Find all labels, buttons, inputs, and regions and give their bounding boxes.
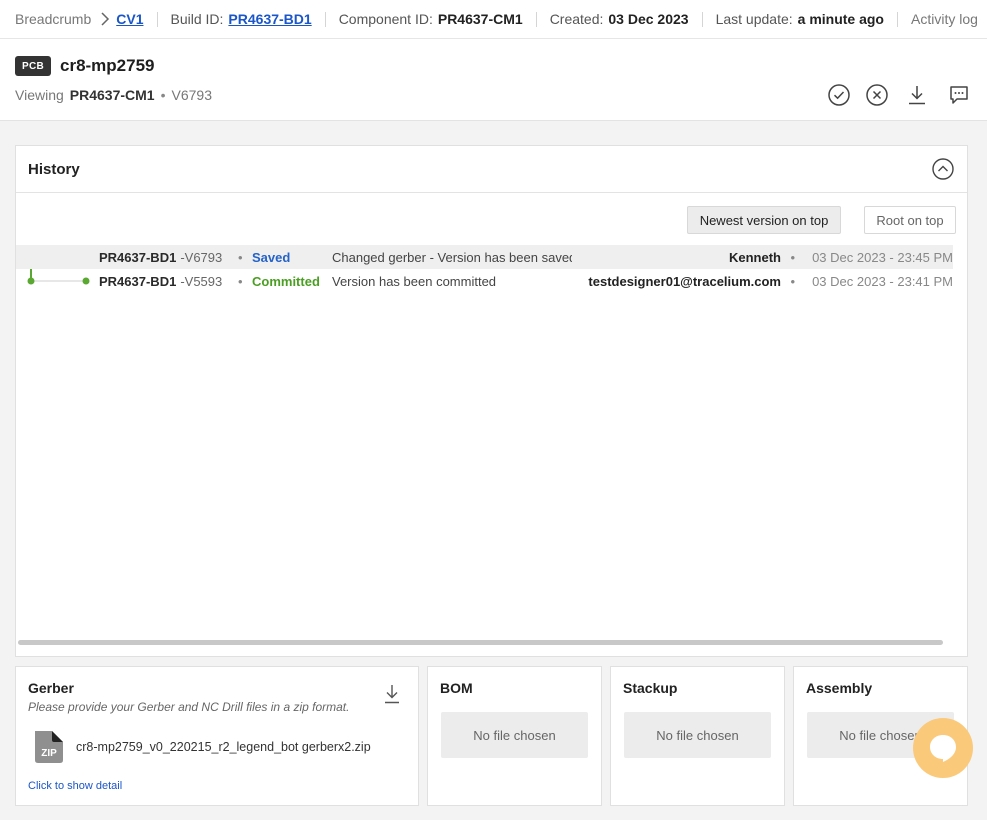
history-version-name: PR4637-BD1 -V5593 [99,273,223,289]
divider [324,11,326,27]
page-title: cr8-mp2759 [60,56,155,75]
approve-check-icon[interactable] [827,83,851,107]
history-row-2[interactable]: PR4637-BD1 -V5593 • Committed Version has… [16,269,953,293]
horizontal-scrollbar[interactable] [18,640,943,645]
stackup-card: Stackup No file chosen [610,666,785,806]
sort-root-button[interactable]: Root on top [864,206,956,234]
viewing-id: PR4637-CM1 [69,87,155,103]
divider [701,11,703,27]
activity-log-link[interactable]: Activity log [911,11,978,27]
reject-x-icon[interactable] [865,83,889,107]
build-id-label: Build ID: [170,11,224,27]
component-id-label: Component ID: [338,11,433,27]
component-id-value: PR4637-CM1 [437,11,523,27]
divider [897,11,898,27]
separator-dot: • [238,273,243,289]
top-bar: Breadcrumb CV1 Build ID: PR4637-BD1 Comp… [0,0,987,39]
last-update-value: a minute ago [797,11,884,27]
status-badge: Saved [252,249,291,265]
status-badge: Committed [252,273,320,289]
bom-title: BOM [440,680,473,696]
history-user: Kenneth [729,249,781,265]
history-row-1[interactable]: PR4637-BD1 -V6793 • Saved Changed gerber … [16,245,953,269]
comment-icon[interactable] [947,83,971,107]
breadcrumb[interactable]: Breadcrumb [15,11,91,27]
chevron-right-icon [101,12,110,26]
last-update-label: Last update: [715,11,793,27]
sort-newest-button[interactable]: Newest version on top [687,206,841,234]
viewing-version: V6793 [171,87,212,103]
chat-icon [930,735,956,762]
separator-dot: • [160,87,166,103]
created-label: Created: [549,11,604,27]
download-icon[interactable] [905,83,929,107]
stackup-file-input[interactable]: No file chosen [624,712,771,758]
assembly-title: Assembly [806,680,873,696]
build-id-link[interactable]: PR4637-BD1 [228,11,311,27]
created-value: 03 Dec 2023 [608,11,689,27]
chevron-up-icon[interactable] [932,158,954,180]
gerber-description: Please provide your Gerber and NC Drill … [28,700,350,714]
component-header: PCB cr8-mp2759 Viewing PR4637-CM1 • V6793 [0,39,987,121]
bom-file-input[interactable]: No file chosen [441,712,588,758]
history-date: 03 Dec 2023 - 23:41 PM [812,273,953,289]
separator-dot: • [790,273,795,289]
bom-card: BOM No file chosen [427,666,602,806]
viewing-label: Viewing [15,87,64,103]
gerber-card: Gerber Please provide your Gerber and NC… [15,666,419,806]
breadcrumb-current[interactable]: CV1 [116,11,143,27]
pcb-badge: PCB [15,56,51,76]
history-message: Changed gerber - Version has been saved [332,249,572,265]
stackup-title: Stackup [623,680,678,696]
show-detail-link[interactable]: Click to show detail [28,780,122,792]
gerber-file-name[interactable]: cr8-mp2759_v0_220215_r2_legend_bot gerbe… [76,740,371,754]
separator-dot: • [238,249,243,265]
history-date: 03 Dec 2023 - 23:45 PM [812,249,953,265]
gerber-title: Gerber [28,680,74,696]
zip-label: ZIP [41,748,57,759]
history-header: History [16,146,967,193]
chat-button[interactable] [913,718,973,778]
viewing-info: Viewing PR4637-CM1 • V6793 [15,87,212,103]
history-message: Version has been committed [332,273,497,289]
divider [156,11,158,27]
history-user: testdesigner01@tracelium.com [588,273,781,289]
download-icon[interactable] [382,683,402,705]
history-version-name: PR4637-BD1 -V6793 [99,249,223,265]
separator-dot: • [790,249,795,265]
divider [535,11,537,27]
zip-file-icon: ZIP [35,731,63,763]
history-panel: History Newest version on top Root on to… [15,145,968,657]
